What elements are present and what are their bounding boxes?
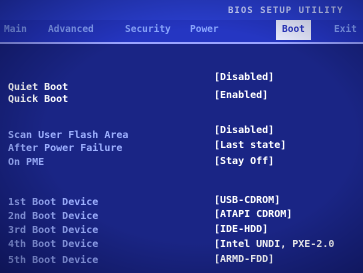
boot-device-value[interactable]: [USB-CDROM] [214, 195, 280, 206]
boot-device-value[interactable]: [IDE-HDD] [214, 224, 268, 235]
menu-boot[interactable]: Boot [276, 20, 311, 40]
setting-label[interactable]: After Power Failure [8, 143, 122, 154]
menu-main[interactable]: Main [4, 24, 27, 35]
menu-divider [0, 42, 363, 44]
setting-label[interactable]: Scan User Flash Area [8, 130, 128, 141]
setting-label[interactable]: Quiet Boot [8, 82, 68, 93]
bios-title: BIOS SETUP UTILITY [228, 6, 344, 16]
setting-value[interactable]: [Last state] [214, 140, 286, 151]
setting-label[interactable]: On PME [8, 157, 44, 168]
setting-value[interactable]: [Enabled] [214, 90, 268, 101]
boot-device-label[interactable]: 3rd Boot Device [8, 225, 98, 236]
title-bar: BIOS SETUP UTILITY [0, 0, 363, 20]
boot-device-label[interactable]: 4th Boot Device [8, 239, 98, 250]
boot-device-value[interactable]: [ATAPI CDROM] [214, 209, 292, 220]
boot-device-label[interactable]: 1st Boot Device [8, 197, 98, 208]
menu-bar: Main Advanced Security Power Boot Exit [0, 20, 363, 42]
setting-label[interactable]: Quick Boot [8, 94, 68, 105]
boot-device-value[interactable]: [Intel UNDI, PXE-2.0 [214, 239, 334, 250]
menu-security[interactable]: Security [125, 24, 171, 35]
menu-exit[interactable]: Exit [334, 24, 357, 35]
menu-advanced[interactable]: Advanced [48, 24, 94, 35]
setting-value[interactable]: [Disabled] [214, 72, 274, 83]
boot-device-value[interactable]: [ARMD-FDD] [214, 254, 274, 265]
menu-power[interactable]: Power [190, 24, 219, 35]
setting-value[interactable]: [Stay Off] [214, 156, 274, 167]
setting-value[interactable]: [Disabled] [214, 125, 274, 136]
boot-device-label[interactable]: 2nd Boot Device [8, 211, 98, 222]
boot-device-label[interactable]: 5th Boot Device [8, 255, 98, 266]
